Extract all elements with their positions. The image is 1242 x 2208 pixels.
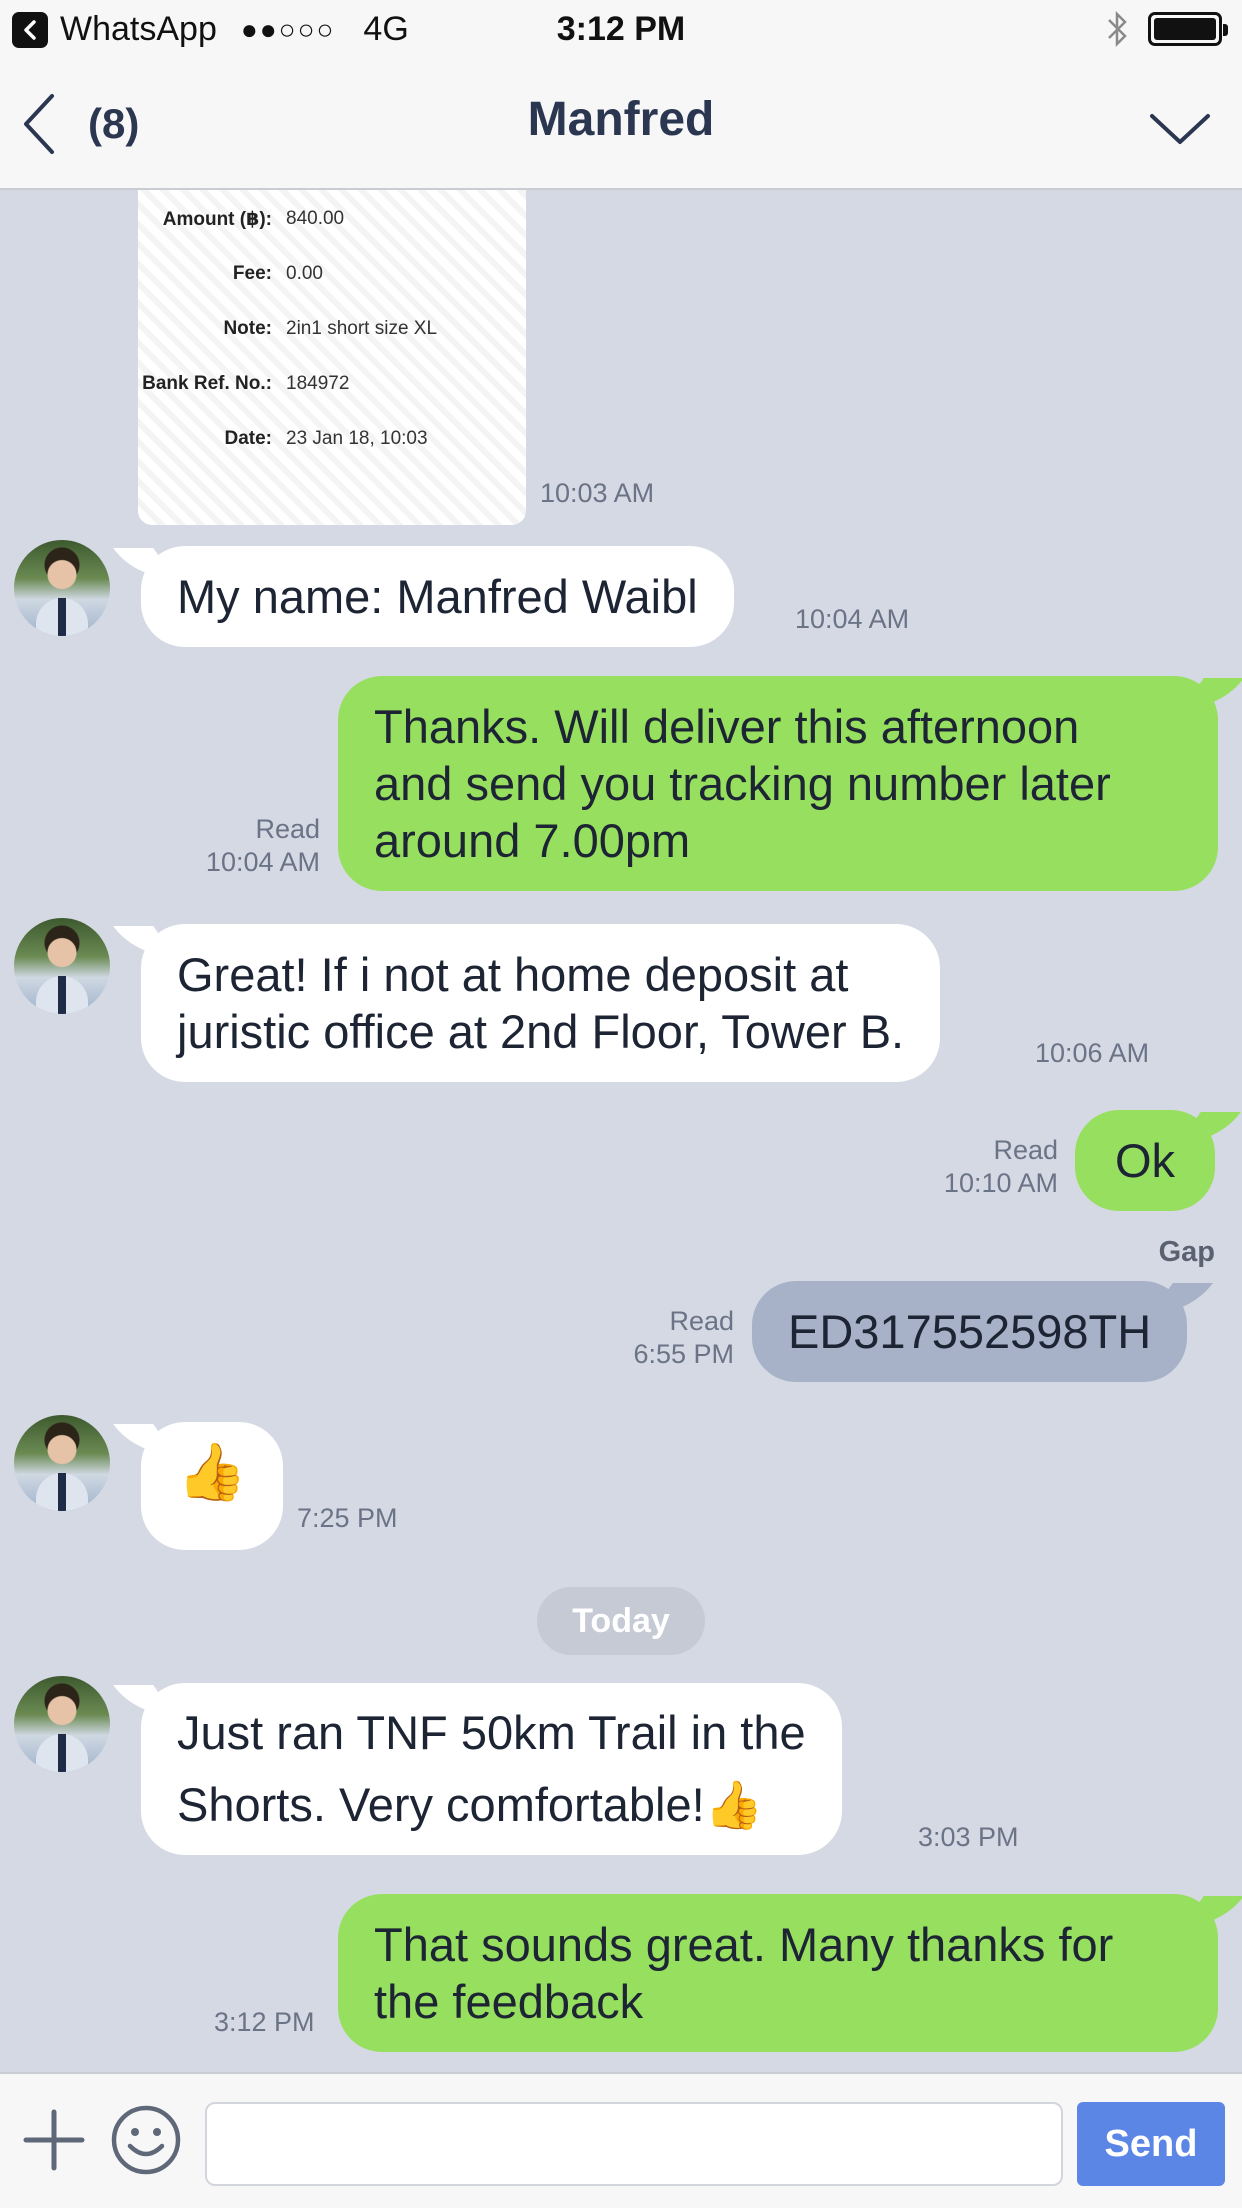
receipt-row: Amount (฿): 840.00 [138,208,526,238]
message-time: 6:55 PM [633,1339,734,1369]
message-status: Read 10:04 AM [140,813,320,879]
receipt-row: Date: 23 Jan 18, 10:03 [138,428,526,458]
thumbs-up-icon: 👍 [177,1440,247,1505]
status-bar: WhatsApp ●●○○○ 4G 3:12 PM [0,0,1242,60]
chat-header: (8) Manfred [0,60,1242,190]
receipt-label: Bank Ref. No.: [142,373,272,394]
sender-name: Gap [1158,1236,1215,1268]
send-button[interactable]: Send [1077,2102,1225,2186]
receipt-value: 184972 [286,373,350,394]
contact-avatar[interactable] [14,1415,110,1511]
message-text: That sounds great. Many thanks for [374,1918,1114,1971]
chevron-down-icon[interactable] [1148,108,1212,148]
message-text: My name: Manfred Waibl [177,570,698,623]
message-bubble-incoming[interactable]: Just ran TNF 50km Trail in the Shorts. V… [141,1683,842,1855]
message-input[interactable] [205,2102,1063,2186]
receipt-row: Note: 2in1 short size XL [138,318,526,348]
message-status: Read 6:55 PM [560,1305,734,1371]
message-text: the feedback [374,1975,644,2028]
receipt-value: 0.00 [286,263,323,284]
compose-bar: Send [0,2072,1242,2208]
read-status: Read [255,814,320,844]
contact-avatar[interactable] [14,1676,110,1772]
receipt-value: 2in1 short size XL [286,318,438,339]
plus-icon[interactable] [22,2108,86,2172]
message-time: 3:03 PM [918,1822,1019,1852]
message-time: 7:25 PM [297,1503,398,1533]
message-bubble-incoming[interactable]: 👍 [141,1422,283,1550]
chat-title: Manfred [527,93,715,146]
day-divider: Today [537,1587,705,1655]
message-text: Thanks. Will deliver this afternoon [374,700,1080,753]
message-text: juristic office at 2nd Floor, Tower B. [177,1005,905,1058]
message-text: Ok [1115,1134,1176,1187]
message-time: 10:04 AM [205,847,320,877]
receipt-image[interactable]: Amount (฿): 840.00 Fee: 0.00 Note: 2in1 … [138,190,526,525]
message-bubble-outgoing[interactable]: That sounds great. Many thanks for the f… [338,1894,1218,2052]
read-status: Read [669,1306,734,1336]
clock: 3:12 PM [556,10,686,48]
message-bubble-incoming[interactable]: Great! If i not at home deposit at juris… [141,924,941,1082]
message-status: Read 10:10 AM [880,1134,1058,1200]
receipt-label: Date: [224,428,272,449]
bluetooth-icon [1108,10,1127,48]
message-bubble-outgoing[interactable]: Thanks. Will deliver this afternoon and … [338,676,1218,891]
message-text: Shorts. Very comfortable!👍 [177,1778,764,1831]
receipt-value: 23 Jan 18, 10:03 [286,428,428,449]
message-time: 10:06 AM [1035,1038,1150,1068]
message-text: Great! If i not at home deposit at [177,948,849,1001]
receipt-row: Bank Ref. No.: 184972 [138,373,526,403]
receipt-value: 840.00 [286,208,345,229]
message-time: 10:04 AM [795,604,910,634]
message-text: Just ran TNF 50km Trail in the [177,1706,806,1759]
contact-avatar[interactable] [14,540,110,636]
message-time: 3:12 PM [214,2007,315,2037]
receipt-label: Fee: [232,263,272,284]
receipt-label: Note: [223,318,272,339]
message-text: ED317552598TH [788,1305,1152,1358]
emoji-icon[interactable] [110,2104,182,2176]
receipt-label: Amount (฿): [162,209,272,230]
receipt-row: Fee: 0.00 [138,263,526,293]
message-bubble-outgoing[interactable]: ED317552598TH [752,1281,1188,1382]
message-time: 10:10 AM [943,1168,1058,1198]
contact-avatar[interactable] [14,918,110,1014]
message-bubble-incoming[interactable]: My name: Manfred Waibl [141,546,734,647]
message-text: and send you tracking number later [374,757,1111,810]
message-bubble-outgoing[interactable]: Ok [1075,1110,1216,1211]
message-time: 10:03 AM [540,478,655,508]
message-text: around 7.00pm [374,814,691,867]
battery-icon [1148,12,1228,46]
read-status: Read [993,1135,1058,1165]
